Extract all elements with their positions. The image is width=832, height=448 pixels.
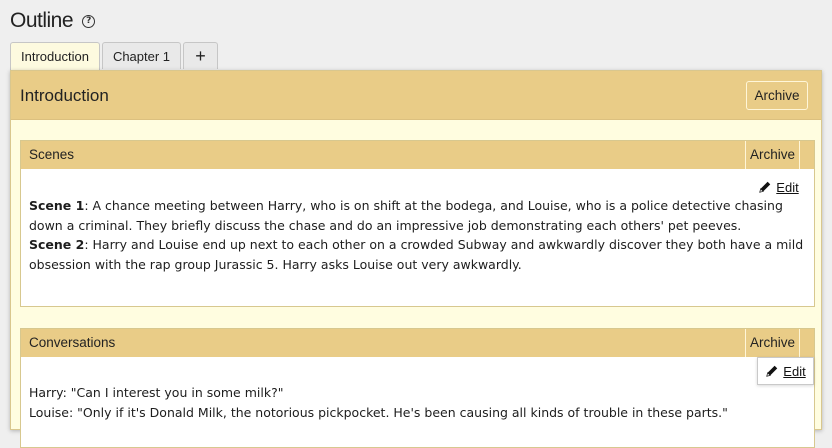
tab-introduction[interactable]: Introduction xyxy=(10,42,100,71)
scenes-title: Scenes xyxy=(29,147,75,162)
page-title-text: Outline xyxy=(10,9,74,32)
page-title: Outline ? xyxy=(10,9,96,33)
conversations-card-header: Conversations Archive xyxy=(21,329,814,357)
tab-chapter-1[interactable]: Chapter 1 xyxy=(101,42,182,69)
list-item: Scene 2: Harry and Louise end up next to… xyxy=(29,235,806,274)
panel-header: Introduction Archive xyxy=(11,71,821,120)
scene-text: : Harry and Louise end up next to each o… xyxy=(29,237,804,272)
outline-panel: Introduction Archive Scenes Archive Edit… xyxy=(10,70,822,448)
conversations-title: Conversations xyxy=(29,335,116,350)
scene-label: Scene 2 xyxy=(29,237,85,252)
conversations-body: Harry: "Can I interest you in some milk?… xyxy=(29,383,806,422)
scenes-body: Scene 1: A chance meeting between Harry,… xyxy=(29,196,806,274)
conversations-card: Conversations Archive Edit Harry: "Can I… xyxy=(20,328,815,448)
scenes-card: Scenes Archive Edit Scene 1: A chance me… xyxy=(20,140,815,307)
conversation-line: Louise: "Only if it's Donald Milk, the n… xyxy=(29,404,728,420)
conversation-line: Harry: "Can I interest you in some milk?… xyxy=(29,385,284,400)
pencil-icon xyxy=(759,181,771,193)
scene-text: : A chance meeting between Harry, who is… xyxy=(29,198,783,233)
tab-bar: Introduction Chapter 1 + xyxy=(10,42,219,71)
archive-section-button[interactable]: Archive xyxy=(746,81,808,110)
panel-title: Introduction xyxy=(20,86,109,105)
list-item: Scene 1: A chance meeting between Harry,… xyxy=(29,196,806,235)
scenes-edit-label: Edit xyxy=(776,179,799,195)
conversations-edit-label: Edit xyxy=(783,363,806,379)
add-tab-button[interactable]: + xyxy=(183,42,219,69)
pencil-icon xyxy=(766,365,778,377)
scene-label: Scene 1 xyxy=(29,198,85,213)
conversations-edit-button[interactable]: Edit xyxy=(757,357,814,385)
conversations-archive-button[interactable]: Archive xyxy=(745,329,800,357)
help-circle-icon[interactable]: ? xyxy=(82,14,96,28)
scenes-card-header: Scenes Archive xyxy=(21,141,814,169)
scenes-archive-button[interactable]: Archive xyxy=(745,141,800,169)
